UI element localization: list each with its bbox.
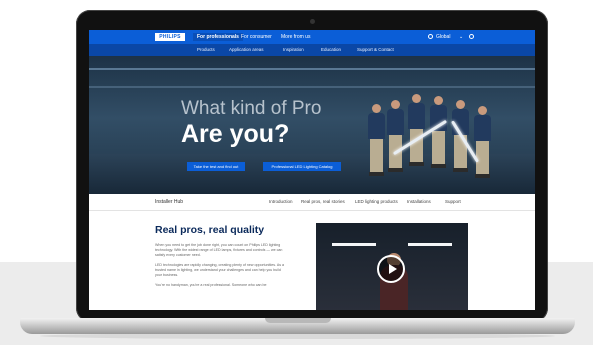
nav-application-areas[interactable]: Application areas	[229, 46, 264, 54]
globe-icon[interactable]	[428, 34, 433, 39]
led-catalog-button[interactable]: Professional LED Lighting Catalog	[263, 162, 341, 171]
philips-logo[interactable]: PHILIPS	[155, 33, 185, 41]
webcam	[310, 19, 315, 24]
nav-products[interactable]: Products	[197, 46, 215, 54]
laptop-base	[20, 318, 575, 334]
installer-hub-subnav: Installer Hub Introduction Real pros, re…	[89, 194, 535, 211]
top-navigation-bar: PHILIPS For professionals For consumer M…	[89, 30, 535, 44]
ceiling-light	[332, 243, 376, 246]
main-navigation: Products Application areas Inspiration E…	[89, 44, 535, 56]
subnav-title: Installer Hub	[155, 199, 184, 205]
laptop-notch	[265, 318, 331, 323]
section-heading: Real pros, real quality	[155, 224, 265, 236]
main-content: Real pros, real quality When you need to…	[89, 211, 535, 310]
play-icon[interactable]	[377, 255, 405, 283]
subnav-item-real-pros[interactable]: Real pros, real stories	[301, 199, 345, 204]
laptop-screen: PHILIPS For professionals For consumer M…	[89, 30, 535, 310]
body-paragraph: LED technologies are rapidly changing, c…	[155, 263, 285, 277]
subnav-item-installations[interactable]: Installations	[407, 199, 431, 204]
laptop: PHILIPS For professionals For consumer M…	[76, 10, 548, 322]
body-paragraph: When you need to get the job done right,…	[155, 243, 283, 257]
subnav-item-introduction[interactable]: Introduction	[269, 199, 293, 204]
tab-for-professionals[interactable]: For professionals	[193, 33, 243, 41]
hero-banner: What kind of Pro Are you?	[89, 56, 535, 194]
warehouse-floor	[89, 154, 535, 194]
hero-title: Are you?	[181, 120, 290, 148]
tab-more-from-us[interactable]: More from us	[281, 33, 310, 41]
chevron-down-icon[interactable]: ⌄	[459, 33, 463, 41]
hero-subtitle: What kind of Pro	[181, 98, 322, 119]
nav-support-contact[interactable]: Support & Contact	[357, 46, 394, 54]
ceiling-beam	[89, 68, 535, 70]
tab-for-consumer[interactable]: For consumer	[241, 33, 272, 41]
nav-education[interactable]: Education	[321, 46, 341, 54]
take-test-button[interactable]: Take the test and find out	[187, 162, 245, 171]
nav-inspiration[interactable]: Inspiration	[283, 46, 304, 54]
subnav-item-support[interactable]: Support	[445, 199, 461, 204]
subnav-item-led-products[interactable]: LED lighting products	[355, 199, 398, 204]
ceiling-beam	[89, 86, 535, 88]
search-icon[interactable]	[469, 34, 474, 39]
body-paragraph: You're no handyman, you're a real profes…	[155, 283, 267, 287]
video-player[interactable]	[316, 223, 468, 310]
region-selector[interactable]: Global	[436, 33, 450, 41]
ceiling-light	[408, 243, 452, 246]
